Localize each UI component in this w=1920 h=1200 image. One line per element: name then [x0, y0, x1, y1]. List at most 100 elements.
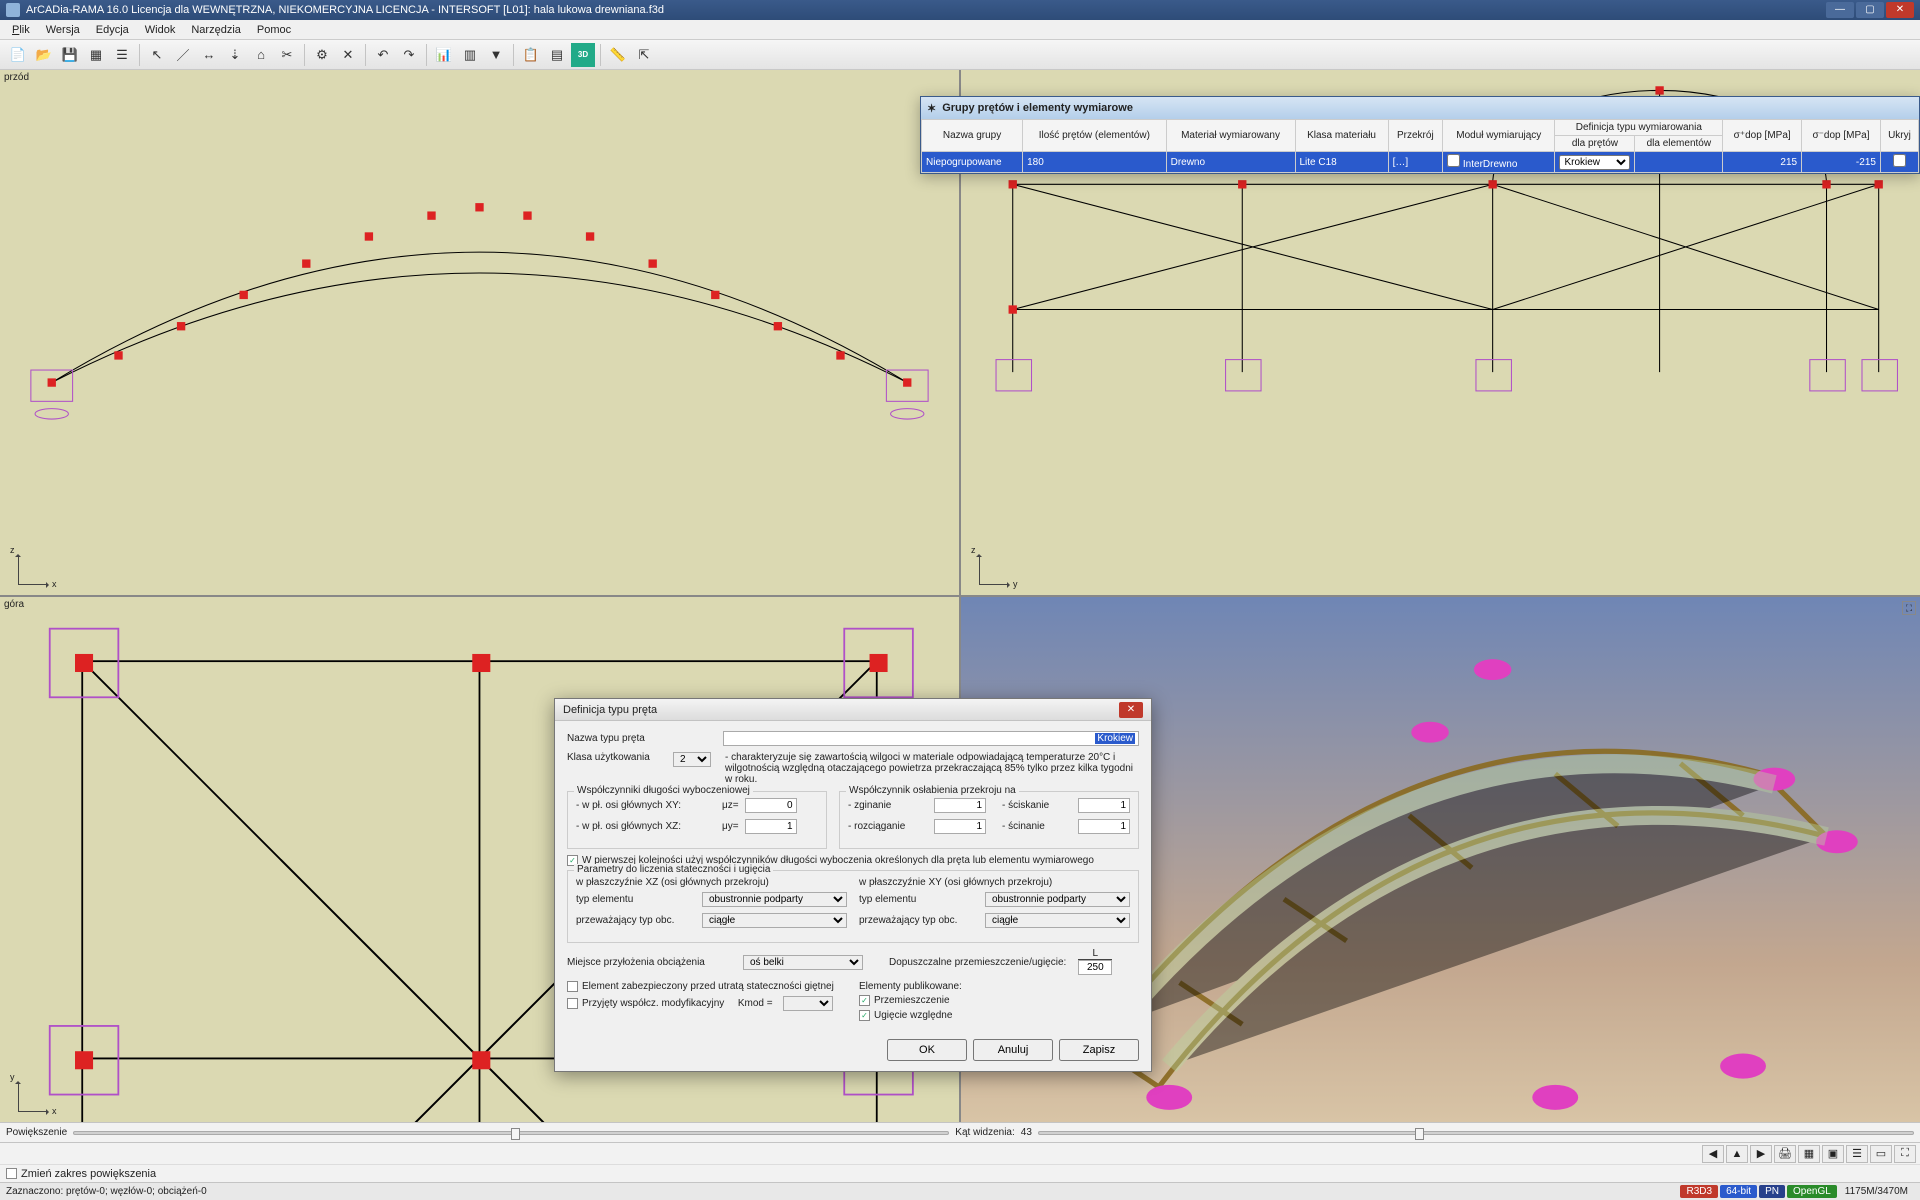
bar-type-dialog: Definicja typu pręta ✕ Nazwa typu pręta …: [554, 698, 1152, 1072]
nazwa-field[interactable]: Krokiew: [1095, 733, 1135, 744]
sciskanie-field[interactable]: [1078, 798, 1130, 813]
filter-icon[interactable]: ▼: [484, 43, 508, 67]
viewport-front[interactable]: przód z x: [0, 70, 959, 595]
modul-check[interactable]: [1447, 154, 1460, 167]
przew-xz-select[interactable]: ciągłe: [702, 913, 847, 928]
zginanie-field[interactable]: [934, 798, 986, 813]
load-icon[interactable]: ⇣: [223, 43, 247, 67]
table-icon[interactable]: ▤: [545, 43, 569, 67]
minimize-button[interactable]: —: [1826, 2, 1854, 18]
scinanie-field[interactable]: [1078, 819, 1130, 834]
arrow-icon[interactable]: ↖: [145, 43, 169, 67]
zmien-zakres-checkbox[interactable]: [6, 1168, 17, 1179]
def-prety-select[interactable]: Krokiew: [1559, 155, 1630, 170]
col-sigma-p[interactable]: σ⁺dop [MPa]: [1723, 120, 1802, 152]
ugiecie-checkbox[interactable]: ✓: [859, 1010, 870, 1021]
col-ukryj[interactable]: Ukryj: [1880, 120, 1918, 152]
render-icon[interactable]: ▣: [1822, 1145, 1844, 1163]
dopuszcz-den-field[interactable]: [1078, 960, 1112, 975]
menu-edycja[interactable]: Edycja: [88, 22, 137, 38]
groups-window-title[interactable]: ✶ Grupy prętów i elementy wymiarowe: [921, 97, 1919, 119]
col-modul[interactable]: Moduł wymiarujący: [1443, 120, 1555, 152]
groups-table: Nazwa grupy Ilość prętów (elementów) Mat…: [921, 119, 1919, 173]
open-icon[interactable]: 📂: [32, 43, 56, 67]
toolbar: 📄 📂 💾 ▦ ☰ ↖ ／ ↔ ⇣ ⌂ ✂ ⚙ ✕ ↶ ↷ 📊 ▥ ▼ 📋 ▤ …: [0, 40, 1920, 70]
przem-checkbox[interactable]: ✓: [859, 995, 870, 1006]
col-material[interactable]: Materiał wymiarowany: [1166, 120, 1295, 152]
menu-narzedzia[interactable]: Narzędzia: [183, 22, 249, 38]
menu-widok[interactable]: Widok: [137, 22, 184, 38]
list-icon[interactable]: ☰: [110, 43, 134, 67]
titlebar: ArCADia-RAMA 16.0 Licencja dla WEWNĘTRZN…: [0, 0, 1920, 20]
nav-left-icon[interactable]: ◀: [1702, 1145, 1724, 1163]
close-button[interactable]: ✕: [1886, 2, 1914, 18]
menu-pomoc[interactable]: Pomoc: [249, 22, 299, 38]
zoom-slider[interactable]: [73, 1131, 949, 1135]
menu-plik[interactable]: PPliklik: [4, 22, 38, 38]
col-ilosc[interactable]: Ilość prętów (elementów): [1023, 120, 1167, 152]
nav-up-icon[interactable]: ▲: [1726, 1145, 1748, 1163]
wsp-dlug-legend: Współczynniki długości wyboczeniowej: [574, 785, 753, 796]
redo-icon[interactable]: ↷: [397, 43, 421, 67]
dialog-titlebar[interactable]: Definicja typu pręta ✕: [555, 699, 1151, 721]
line-icon[interactable]: ／: [171, 43, 195, 67]
new-icon[interactable]: 📄: [6, 43, 30, 67]
measure-icon[interactable]: 📏: [606, 43, 630, 67]
mu-z-field[interactable]: [745, 798, 797, 813]
save-icon[interactable]: 💾: [58, 43, 82, 67]
col-klasa[interactable]: Klasa materiału: [1295, 120, 1388, 152]
table-row[interactable]: Niepogrupowane 180 Drewno Lite C18 […] I…: [922, 152, 1919, 173]
undo-icon[interactable]: ↶: [371, 43, 395, 67]
col-sigma-m[interactable]: σ⁻dop [MPa]: [1802, 120, 1881, 152]
menubar: PPliklik Wersja Edycja Widok Narzędzia P…: [0, 20, 1920, 40]
print-icon[interactable]: 🖨: [1774, 1145, 1796, 1163]
status-opengl: OpenGL: [1787, 1185, 1837, 1198]
export-icon[interactable]: ⇱: [632, 43, 656, 67]
rozciaganie-field[interactable]: [934, 819, 986, 834]
maximize-button[interactable]: ▢: [1856, 2, 1884, 18]
przyj-checkbox[interactable]: [567, 998, 578, 1009]
col-def-elem[interactable]: dla elementów: [1635, 136, 1723, 152]
col-def-prety[interactable]: dla prętów: [1555, 136, 1635, 152]
ok-button[interactable]: OK: [887, 1039, 967, 1061]
przew-xy-select[interactable]: ciągłe: [985, 913, 1130, 928]
col-nazwa[interactable]: Nazwa grupy: [922, 120, 1023, 152]
front-sketch: [10, 80, 949, 456]
anuluj-button[interactable]: Anuluj: [973, 1039, 1053, 1061]
kmod-select[interactable]: [783, 996, 833, 1011]
zabezp-checkbox[interactable]: [567, 981, 578, 992]
status-bar: Zaznaczono: prętów-0; węzłów-0; obciążeń…: [0, 1182, 1920, 1200]
nazwa-label: Nazwa typu pręta: [567, 733, 717, 744]
ukryj-check[interactable]: [1893, 154, 1906, 167]
grid-icon[interactable]: ▦: [84, 43, 108, 67]
report-icon[interactable]: 📋: [519, 43, 543, 67]
dialog-close-button[interactable]: ✕: [1119, 702, 1143, 718]
gear-icon[interactable]: ⚙: [310, 43, 334, 67]
col-def[interactable]: Definicja typu wymiarowania: [1555, 120, 1723, 136]
status-selection: Zaznaczono: prętów-0; węzłów-0; obciążeń…: [6, 1186, 207, 1197]
wire-icon[interactable]: ☰: [1846, 1145, 1868, 1163]
angle-value: 43: [1021, 1127, 1032, 1138]
col-przekroj[interactable]: Przekrój: [1388, 120, 1443, 152]
layers-icon[interactable]: ▦: [1798, 1145, 1820, 1163]
typ-elem-xy-select[interactable]: obustronnie podparty: [985, 892, 1130, 907]
dimension-icon[interactable]: ↔: [197, 43, 221, 67]
groups-window[interactable]: ✶ Grupy prętów i elementy wymiarowe Nazw…: [920, 96, 1920, 174]
3d-icon[interactable]: 3D: [571, 43, 595, 67]
delete-icon[interactable]: ✕: [336, 43, 360, 67]
zapisz-button[interactable]: Zapisz: [1059, 1039, 1139, 1061]
mu-y-field[interactable]: [745, 819, 797, 834]
typ-elem-xz-select[interactable]: obustronnie podparty: [702, 892, 847, 907]
calc-icon[interactable]: 📊: [432, 43, 456, 67]
klasa-select[interactable]: 2: [673, 752, 711, 767]
cut-icon[interactable]: ✂: [275, 43, 299, 67]
full-icon[interactable]: ⛶: [1894, 1145, 1916, 1163]
results-icon[interactable]: ▥: [458, 43, 482, 67]
nav-right-icon[interactable]: ▶: [1750, 1145, 1772, 1163]
miejsce-select[interactable]: oś belki: [743, 955, 863, 970]
struct-icon[interactable]: ⌂: [249, 43, 273, 67]
angle-slider[interactable]: [1038, 1131, 1914, 1135]
view-toolstrip: ◀ ▲ ▶ 🖨 ▦ ▣ ☰ ▭ ⛶: [0, 1142, 1920, 1164]
menu-wersja[interactable]: Wersja: [38, 22, 88, 38]
frame-icon[interactable]: ▭: [1870, 1145, 1892, 1163]
